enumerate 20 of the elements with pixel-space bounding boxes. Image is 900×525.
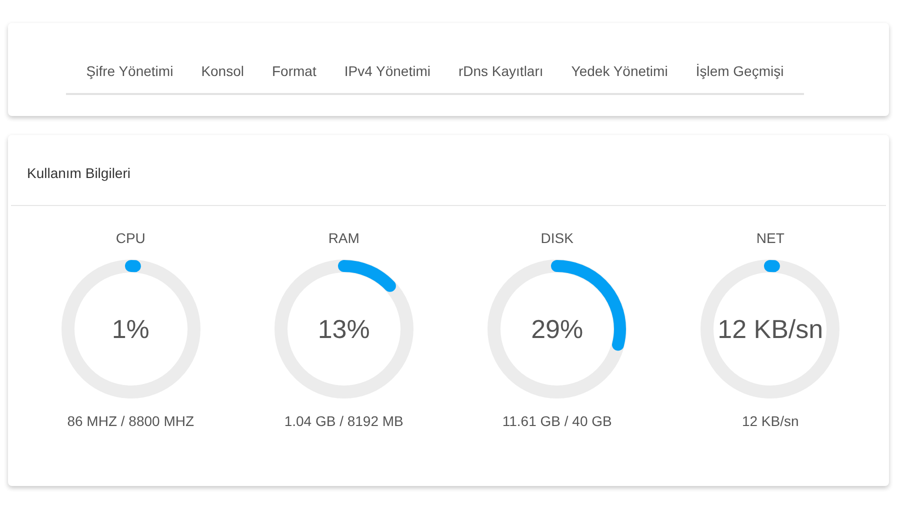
tab[interactable]: İşlem Geçmişi (682, 52, 798, 93)
gauge-value: 29% (530, 312, 584, 346)
tab[interactable]: Şifre Yönetimi (72, 52, 188, 93)
usage-detail: 11.61 GB / 40 GB (502, 413, 612, 429)
tab[interactable]: Format (258, 52, 330, 93)
gauge-value: 12 KB/sn (716, 312, 824, 346)
tab[interactable]: Konsol (187, 52, 258, 93)
gauge-value: 1% (110, 312, 150, 346)
gauge-label: RAM (328, 230, 360, 246)
tab[interactable]: Yedek Yönetimi (557, 52, 682, 93)
tab[interactable]: IPv4 Yönetimi (330, 52, 444, 93)
gauge-label: NET (756, 230, 784, 246)
usage-detail: 86 MHZ / 8800 MHZ (67, 413, 194, 429)
usage-detail: 12 KB/sn (742, 413, 799, 429)
gauge-label: CPU (116, 230, 146, 246)
gauge-value: 13% (316, 312, 371, 346)
tab[interactable]: rDns Kayıtları (444, 52, 558, 93)
card-title: Kullanım Bilgileri (27, 165, 130, 181)
usage-detail: 1.04 GB / 8192 MB (284, 413, 404, 429)
gauge-label: DISK (540, 230, 574, 246)
